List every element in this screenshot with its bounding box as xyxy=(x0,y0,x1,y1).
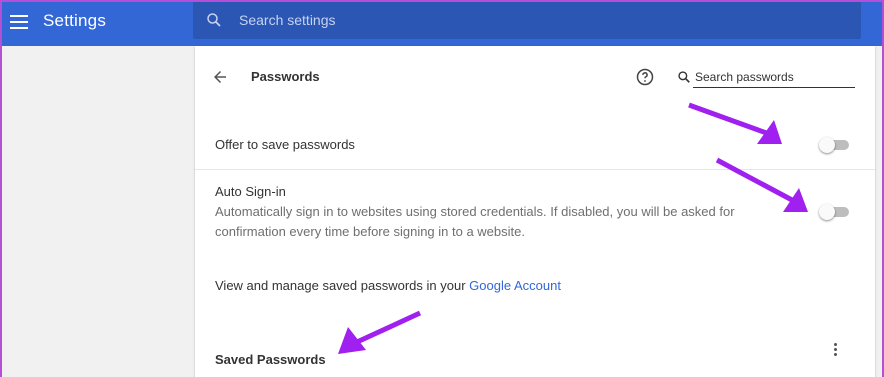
saved-passwords-heading: Saved Passwords xyxy=(215,352,326,367)
header-left: Settings xyxy=(2,2,193,46)
settings-search-placeholder: Search settings xyxy=(239,12,336,28)
manage-passwords-prefix: View and manage saved passwords in your xyxy=(215,278,470,293)
auto-signin-label: Auto Sign-in xyxy=(215,184,286,199)
auto-signin-description: Automatically sign in to websites using … xyxy=(215,204,735,239)
more-vert-icon[interactable] xyxy=(832,343,838,359)
left-nav-pane xyxy=(2,46,193,377)
offer-to-save-label: Offer to save passwords xyxy=(215,137,355,152)
settings-search-bar[interactable]: Search settings xyxy=(193,2,861,39)
page-title: Passwords xyxy=(251,69,320,84)
search-icon xyxy=(678,71,690,83)
app-title: Settings xyxy=(43,11,107,30)
offer-to-save-toggle[interactable] xyxy=(819,137,851,153)
top-app-bar: Settings Search settings xyxy=(2,2,882,46)
passwords-card: Passwords Search passwords Offer to save… xyxy=(195,46,875,377)
auto-signin-toggle[interactable] xyxy=(819,204,851,220)
row-divider xyxy=(195,169,875,170)
search-icon xyxy=(207,13,221,27)
password-search-placeholder: Search passwords xyxy=(695,70,794,84)
password-search-input[interactable]: Search passwords xyxy=(693,68,855,88)
back-arrow-icon[interactable] xyxy=(211,68,229,86)
manage-passwords-text: View and manage saved passwords in your … xyxy=(215,278,561,293)
hamburger-menu-icon[interactable] xyxy=(10,11,30,29)
help-circle-icon[interactable] xyxy=(635,67,655,87)
google-account-link[interactable]: Google Account xyxy=(469,278,561,293)
